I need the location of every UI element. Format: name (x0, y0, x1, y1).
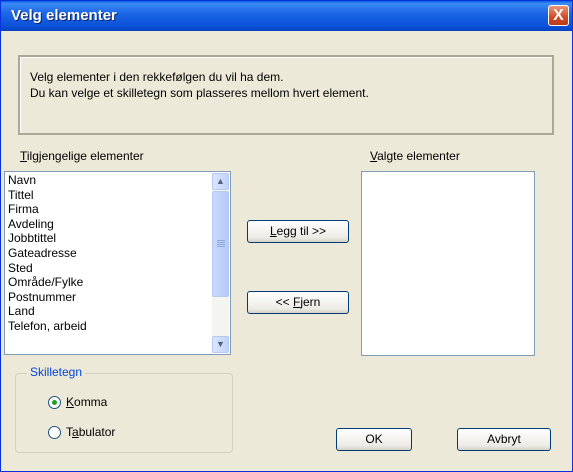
available-elements-list[interactable]: Navn Tittel Firma Avdeling Jobbtittel Ga… (4, 171, 231, 355)
scroll-down-icon[interactable]: ▼ (212, 336, 229, 353)
instructions-panel: Velg elementer i den rekkefølgen du vil … (18, 55, 554, 135)
list-item[interactable]: Område/Fylke (5, 275, 230, 290)
list-item[interactable]: Avdeling (5, 217, 230, 232)
scroll-thumb[interactable] (212, 191, 229, 297)
add-button[interactable]: Legg til >> (247, 220, 349, 243)
dialog-window: Velg elementer X Velg elementer i den re… (0, 0, 573, 472)
selected-elements-list[interactable] (361, 171, 535, 356)
list-item[interactable]: Telefon, arbeid (5, 319, 230, 334)
list-item[interactable]: Firma (5, 202, 230, 217)
list-item[interactable]: Navn (5, 173, 230, 188)
title-bar[interactable]: Velg elementer X (1, 1, 572, 31)
list-item[interactable]: Gateadresse (5, 246, 230, 261)
selected-elements-label: Valgte elementer (370, 149, 460, 163)
list-item[interactable]: Sted (5, 261, 230, 276)
comma-radio-label[interactable]: Komma (66, 395, 107, 409)
instruction-line-1: Velg elementer i den rekkefølgen du vil … (30, 70, 284, 84)
separator-groupbox (15, 373, 233, 453)
available-elements-label: Tilgjengelige elementer (20, 149, 144, 163)
remove-button[interactable]: << Fjern (247, 291, 349, 314)
close-icon: X (553, 7, 564, 24)
list-item[interactable]: Jobbtittel (5, 231, 230, 246)
list-item[interactable]: Tittel (5, 188, 230, 203)
list-item[interactable]: Postnummer (5, 290, 230, 305)
separator-group-title: Skilletegn (27, 365, 86, 379)
ok-button[interactable]: OK (336, 428, 412, 451)
tabulator-radio[interactable] (48, 426, 61, 439)
radio-selected-dot (52, 400, 57, 405)
close-button[interactable]: X (548, 5, 569, 26)
instruction-line-2: Du kan velge et skilletegn som plasseres… (30, 86, 369, 100)
comma-radio[interactable] (48, 396, 61, 409)
tabulator-radio-label[interactable]: Tabulator (66, 425, 115, 439)
window-title: Velg elementer (11, 7, 117, 24)
list-scrollbar[interactable]: ▲ ▼ (212, 173, 229, 353)
scroll-up-icon[interactable]: ▲ (212, 173, 229, 190)
cancel-button[interactable]: Avbryt (457, 428, 551, 451)
list-item[interactable]: Land (5, 304, 230, 319)
